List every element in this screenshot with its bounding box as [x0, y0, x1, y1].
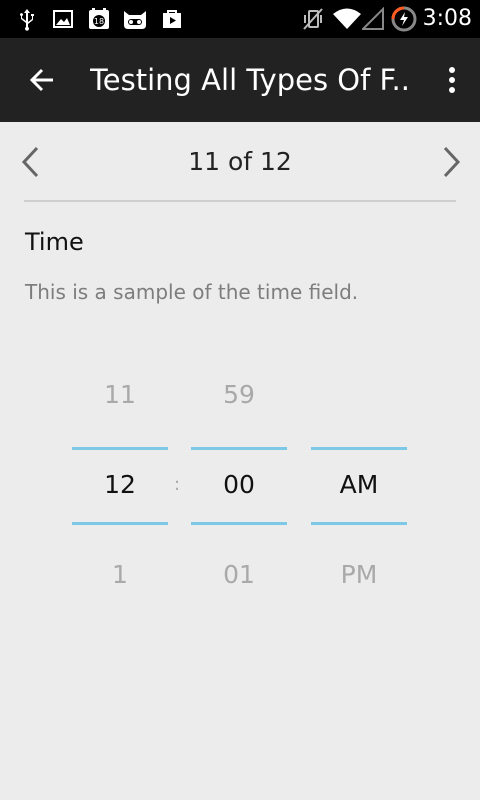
- hour-current[interactable]: 12: [72, 470, 168, 499]
- status-time: 3:08: [422, 6, 472, 31]
- action-bar: Testing All Types Of F...: [0, 38, 480, 122]
- hour-previous[interactable]: 11: [72, 380, 168, 409]
- status-bar: 18 3:08: [0, 0, 480, 38]
- picker-divider: [191, 447, 287, 450]
- minute-previous[interactable]: 59: [191, 380, 287, 409]
- image-icon: [52, 0, 74, 38]
- usb-icon: [16, 0, 38, 38]
- arrow-back-icon: [29, 68, 53, 92]
- signal-icon: [362, 0, 384, 38]
- field-title: Time: [25, 228, 84, 256]
- svg-text:18: 18: [94, 17, 104, 26]
- pager: 11 of 12: [0, 122, 480, 202]
- minute-picker[interactable]: 59 00 01: [191, 370, 287, 610]
- minute-current[interactable]: 00: [191, 470, 287, 499]
- picker-divider: [311, 522, 407, 525]
- calendar-icon: 18: [86, 0, 112, 38]
- divider: [24, 200, 456, 202]
- page-counter: 11 of 12: [188, 147, 292, 176]
- wifi-icon: [332, 0, 362, 38]
- page-title: Testing All Types Of F...: [90, 63, 410, 97]
- play-store-icon: [160, 0, 184, 38]
- back-button[interactable]: [22, 60, 62, 100]
- ampm-next[interactable]: PM: [311, 560, 407, 589]
- hour-picker[interactable]: 11 12 1: [72, 370, 168, 610]
- ampm-picker[interactable]: AM PM: [311, 370, 407, 610]
- overflow-menu-icon: [449, 67, 455, 93]
- picker-divider: [191, 522, 287, 525]
- vibrate-icon: [302, 0, 324, 38]
- picker-divider: [72, 522, 168, 525]
- chevron-right-icon: [443, 146, 461, 178]
- cyanogen-icon: [120, 0, 150, 38]
- picker-divider: [72, 447, 168, 450]
- minute-next[interactable]: 01: [191, 560, 287, 589]
- overflow-menu-button[interactable]: [440, 60, 464, 100]
- next-button[interactable]: [432, 142, 472, 182]
- hour-next[interactable]: 1: [72, 560, 168, 589]
- ampm-current[interactable]: AM: [311, 470, 407, 499]
- battery-charging-icon: [390, 0, 418, 38]
- time-separator: :: [174, 474, 181, 495]
- field-description: This is a sample of the time field.: [25, 280, 359, 304]
- picker-divider: [311, 447, 407, 450]
